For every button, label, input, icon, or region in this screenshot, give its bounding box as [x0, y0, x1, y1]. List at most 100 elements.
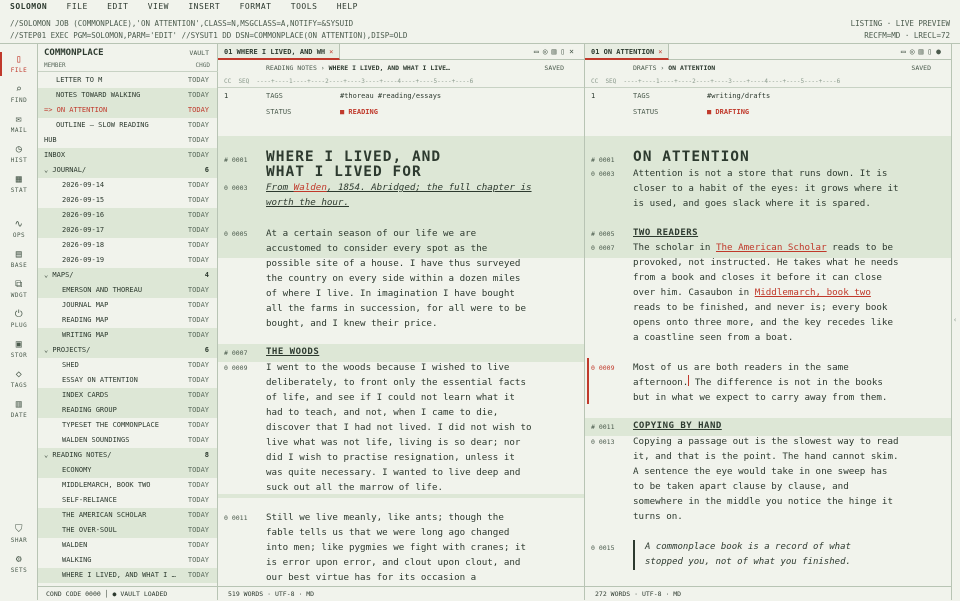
tree-item[interactable]: WRITING MAP TODAY	[38, 328, 217, 343]
menu-help[interactable]: HELP	[337, 0, 358, 14]
tree-item[interactable]: WALDEN SOUNDINGS TODAY	[38, 433, 217, 448]
tree-item[interactable]: TYPESET THE COMMONPLACE TODAY	[38, 418, 217, 433]
text-line: it, and that is the point. The hand cann…	[633, 451, 899, 462]
status-badge[interactable]: ■ READING	[340, 108, 378, 116]
pane-actions[interactable]: ▭◎▥▯×	[534, 44, 578, 60]
rail-find[interactable]: ⌕ FIND	[0, 84, 38, 104]
tree-item[interactable]: JOURNAL MAP TODAY	[38, 298, 217, 313]
line-number: # 0001	[224, 156, 248, 164]
walden-link[interactable]: Walden	[294, 182, 327, 193]
paragraph-2: The scholar in The American Scholar read…	[633, 240, 899, 345]
tree-item[interactable]: 2026-09-14 TODAY	[38, 178, 217, 193]
tags-value[interactable]: #thoreau #reading/essays	[340, 92, 441, 100]
tree-item[interactable]: MIDDLEMARCH, BOOK TWO TODAY	[38, 478, 217, 493]
close-icon[interactable]: ×	[329, 48, 333, 56]
paragraph-3[interactable]: Most of us are both readers in the same …	[633, 360, 887, 405]
tree-item[interactable]: 2026-09-18 TODAY	[38, 238, 217, 253]
text-line: Still we live meanly, like ants; though …	[266, 512, 504, 523]
tree-item[interactable]: NOTES TOWARD WALKING TODAY	[38, 88, 217, 103]
tree-folder[interactable]: ⌄ PROJECTS/6	[38, 343, 217, 358]
tree-item[interactable]: WALDEN TODAY	[38, 538, 217, 553]
tree-item[interactable]: WHERE I LIVED, AND WHAT I … TODAY	[38, 568, 217, 583]
tree-item[interactable]: 2026-09-15 TODAY	[38, 193, 217, 208]
rail-label: FILE	[10, 67, 28, 74]
tree-item[interactable]: ESSAY ON ATTENTION TODAY	[38, 373, 217, 388]
collapse-handle[interactable]: ‹	[952, 44, 960, 600]
editor-pane-right: 01 ON ATTENTION × ▭◎▥▯● DRAFTS › ON ATTEN…	[585, 44, 952, 600]
tree-item[interactable]: READING MAP TODAY	[38, 313, 217, 328]
tree-item[interactable]: THE AMERICAN SCHOLAR TODAY	[38, 508, 217, 523]
text-line: accustomed to consider every spot as the	[266, 243, 488, 254]
tree-item-changed: TODAY	[187, 541, 209, 549]
tree-item[interactable]: READING GROUP TODAY	[38, 403, 217, 418]
status-badge[interactable]: ■ DRAFTING	[707, 108, 749, 116]
rail-date[interactable]: ▥ DATE	[0, 399, 38, 419]
rail-tags[interactable]: ◇ TAGS	[0, 369, 38, 389]
middlemarch-link[interactable]: Middlemarch, book two	[755, 287, 871, 298]
status-key: STATUS	[633, 108, 659, 116]
rail-base[interactable]: ▤ BASE	[0, 249, 38, 269]
menu-format[interactable]: FORMAT	[240, 0, 272, 14]
menu-view[interactable]: VIEW	[148, 0, 169, 14]
view-mode[interactable]: LISTING · LIVE PREVIEW	[851, 18, 950, 30]
tree-item[interactable]: THE OVER-SOUL TODAY	[38, 523, 217, 538]
tree-item-label: WRITING MAP	[62, 331, 109, 339]
rail-wdgt[interactable]: ⧉ WDGT	[0, 279, 38, 299]
rail-plug[interactable]: ⏻ PLUG	[0, 309, 38, 329]
tree-item-label: READING MAP	[62, 316, 109, 324]
rail-stor[interactable]: ▣ STOR	[0, 339, 38, 359]
rail-ops[interactable]: ∿ OPS	[0, 219, 38, 239]
rail-stat[interactable]: ▦ STAT	[0, 174, 38, 194]
menu-insert[interactable]: INSERT	[188, 0, 220, 14]
tree-item[interactable]: INBOX TODAY	[38, 148, 217, 163]
menu-file[interactable]: FILE	[67, 0, 88, 14]
rail-label: SHAR	[10, 537, 28, 544]
close-icon[interactable]: ×	[658, 48, 662, 56]
tree-item[interactable]: OUTLINE — SLOW READING TODAY	[38, 118, 217, 133]
tab-where-i-lived[interactable]: 01 WHERE I LIVED, AND WH ×	[218, 44, 341, 60]
record-format: RECFM=MD · LRECL=72	[864, 31, 950, 40]
tree-item[interactable]: INDEX CARDS TODAY	[38, 388, 217, 403]
tree-item[interactable]: LETTER TO M TODAY	[38, 73, 217, 88]
text-line: a coastline seen from a boat.	[633, 332, 794, 343]
menu-tools[interactable]: TOOLS	[291, 0, 318, 14]
american-scholar-link[interactable]: The American Scholar	[716, 242, 827, 253]
tab-label: 01 ON ATTENTION	[591, 48, 655, 56]
tree-item[interactable]: ECONOMY TODAY	[38, 463, 217, 478]
text-run: over him. Casaubon in	[633, 287, 755, 298]
tree-item-changed: TODAY	[187, 226, 209, 234]
tree-item[interactable]: SELF-RELIANCE TODAY	[38, 493, 217, 508]
tree-folder[interactable]: ⌄ JOURNAL/6	[38, 163, 217, 178]
plug-icon: ⏻	[14, 309, 24, 320]
text-line: reads to be finished, and never is; ever…	[633, 302, 888, 313]
tab-on-attention[interactable]: 01 ON ATTENTION ×	[585, 44, 670, 60]
subtitle-prefix: From	[266, 182, 294, 193]
crumb-folder[interactable]: READING NOTES	[266, 64, 317, 72]
stat-icon: ▦	[15, 174, 23, 185]
paragraph-1: At a certain season of our life we are ac…	[266, 226, 526, 331]
tree-item-label: INDEX CARDS	[62, 391, 109, 399]
tree-item[interactable]: SHED TODAY	[38, 358, 217, 373]
tags-value[interactable]: #writing/drafts	[707, 92, 770, 100]
chevron-left-icon[interactable]: ‹	[953, 316, 957, 324]
rail-sets[interactable]: ⚙ SETS	[0, 554, 38, 574]
pane-actions[interactable]: ▭◎▥▯●	[901, 44, 945, 60]
menu-edit[interactable]: EDIT	[107, 0, 128, 14]
rail-mail[interactable]: ✉ MAIL	[0, 114, 38, 134]
tree-item[interactable]: 2026-09-17 TODAY	[38, 223, 217, 238]
tree-item-label: HUB	[44, 136, 57, 144]
tree-item[interactable]: 2026-09-16 TODAY	[38, 208, 217, 223]
tree-folder[interactable]: ⌄ READING NOTES/8	[38, 448, 217, 463]
rail-file[interactable]: ▯ FILE	[0, 52, 38, 76]
crumb-folder[interactable]: DRAFTS	[633, 64, 656, 72]
tree-item[interactable]: 2026-09-19 TODAY	[38, 253, 217, 268]
rail-hist[interactable]: ◷ HIST	[0, 144, 38, 164]
tree-item[interactable]: EMERSON AND THOREAU TODAY	[38, 283, 217, 298]
tree-item[interactable]: WALKING TODAY	[38, 553, 217, 568]
rail-shar[interactable]: ⛉ SHAR	[0, 524, 38, 544]
tree-item-changed: TODAY	[187, 436, 209, 444]
tree-item[interactable]: HUB TODAY	[38, 133, 217, 148]
tree-item-changed: TODAY	[187, 376, 209, 384]
tree-item[interactable]: => ON ATTENTION TODAY	[38, 103, 217, 118]
tree-folder[interactable]: ⌄ MAPS/4	[38, 268, 217, 283]
